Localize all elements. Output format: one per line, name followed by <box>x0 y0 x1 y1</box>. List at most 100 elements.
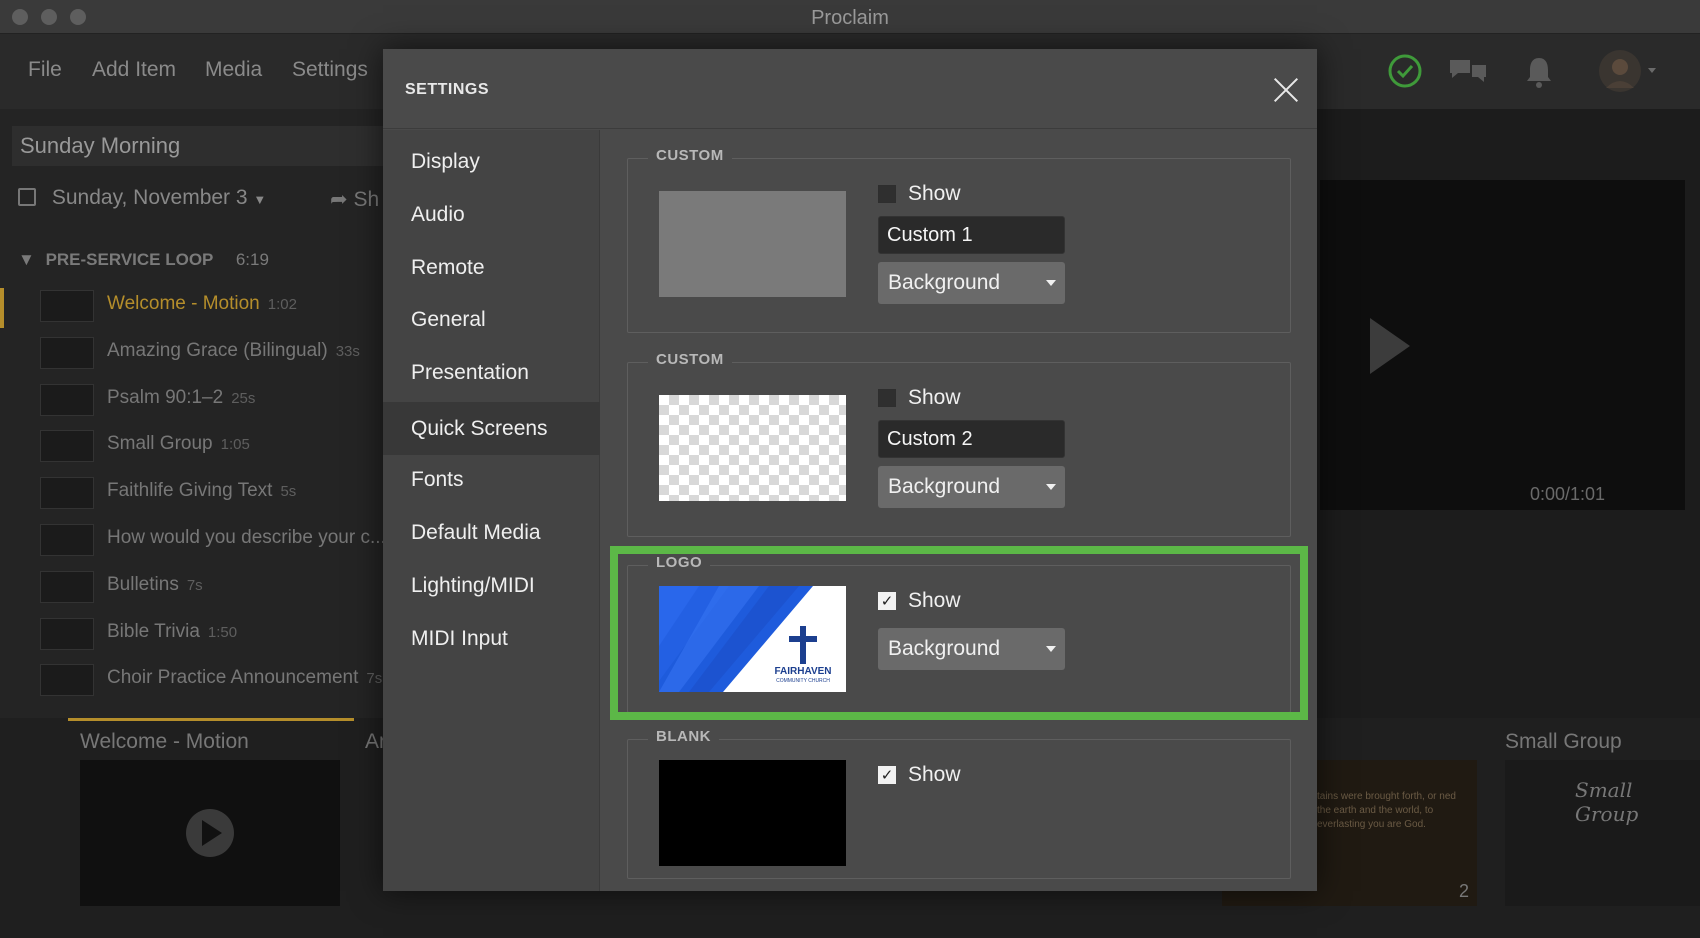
menu-media[interactable]: Media <box>205 58 262 82</box>
preservice-item[interactable]: Faithlife Giving Text 5s <box>40 475 390 511</box>
item-thumbnail <box>40 570 94 603</box>
preservice-item[interactable]: Bible Trivia 1:50 <box>40 616 390 652</box>
status-ok-icon[interactable] <box>1388 54 1422 93</box>
share-button[interactable]: ➦ Sh <box>330 187 379 212</box>
settings-dialog: SETTINGS Display Audio Remote General Pr… <box>383 49 1317 891</box>
item-thumbnail <box>40 524 94 556</box>
item-label: Welcome - Motion 1:02 <box>107 293 297 315</box>
item-title: Amazing Grace (Bilingual) <box>107 339 328 361</box>
nav-midi-input[interactable]: MIDI Input <box>383 615 600 663</box>
item-label: Choir Practice Announcement 7s <box>107 667 382 689</box>
item-thumbnail <box>40 477 94 510</box>
proclaim-app: Proclaim File Add Item Media Settings Su… <box>0 0 1700 938</box>
calendar-icon <box>18 188 36 206</box>
item-thumbnail <box>40 383 94 416</box>
quick-screen-logo: LOGO FAIRHAVEN COMMUNITY CHURCH ✓ Show B… <box>627 554 1291 713</box>
window-title: Proclaim <box>811 7 889 29</box>
logo-show-toggle[interactable]: ✓ Show <box>878 589 961 613</box>
nav-display[interactable]: Display <box>383 138 600 186</box>
item-label: Faithlife Giving Text 5s <box>107 480 296 502</box>
active-item-indicator <box>0 288 4 328</box>
caret-down-icon <box>1046 646 1056 652</box>
logo-show-checkbox[interactable]: ✓ <box>878 592 896 610</box>
item-label: How would you describe your c... <box>107 527 394 549</box>
nav-presentation[interactable]: Presentation <box>383 349 600 397</box>
nav-fonts[interactable]: Fonts <box>383 456 600 504</box>
user-avatar[interactable] <box>1598 48 1660 99</box>
preservice-item[interactable]: Small Group 1:05 <box>40 428 390 464</box>
select-value: Background <box>888 271 1001 294</box>
nav-quick-screens[interactable]: Quick Screens <box>383 402 600 455</box>
logo-preview[interactable]: FAIRHAVEN COMMUNITY CHURCH <box>659 586 846 692</box>
strip-title-small-group: Small Group <box>1505 730 1622 753</box>
select-value: Background <box>888 637 1001 660</box>
custom-1-show-toggle[interactable]: Show <box>878 182 961 206</box>
custom-1-show-checkbox[interactable] <box>878 185 896 203</box>
blank-preview[interactable] <box>659 760 846 866</box>
disclosure-triangle-icon: ▼ <box>18 250 35 269</box>
item-title: Small Group <box>107 433 213 455</box>
group-legend: LOGO <box>648 554 711 571</box>
item-duration: 1:02 <box>267 296 297 313</box>
nav-lighting-midi[interactable]: Lighting/MIDI <box>383 562 600 610</box>
item-label: Small Group 1:05 <box>107 433 250 455</box>
quick-screen-custom-1: CUSTOM Show Background <box>627 147 1291 333</box>
strip-thumb-small-group[interactable]: Small Group <box>1505 760 1700 906</box>
preservice-item[interactable]: Choir Practice Announcement 7s <box>40 662 390 698</box>
service-date-row[interactable]: Sunday, November 3 ▼ <box>18 186 266 210</box>
blank-show-checkbox[interactable]: ✓ <box>878 766 896 784</box>
preservice-title: PRE-SERVICE LOOP <box>45 250 214 269</box>
nav-general[interactable]: General <box>383 296 600 344</box>
custom-2-type-select[interactable]: Background <box>878 466 1065 508</box>
custom-1-name-input[interactable] <box>878 216 1065 254</box>
custom-1-preview[interactable] <box>659 191 846 297</box>
item-title: Faithlife Giving Text <box>107 480 273 502</box>
quick-screen-blank: BLANK ✓ Show <box>627 728 1291 879</box>
settings-title: SETTINGS <box>405 81 490 98</box>
church-logo-image: FAIRHAVEN COMMUNITY CHURCH <box>659 586 846 692</box>
strip-active-indicator <box>68 718 354 721</box>
custom-1-type-select[interactable]: Background <box>878 262 1065 304</box>
preservice-item[interactable]: Bulletins 7s <box>40 569 390 605</box>
settings-header: SETTINGS <box>383 49 1317 129</box>
custom-2-show-toggle[interactable]: Show <box>878 386 961 410</box>
item-title: Bulletins <box>107 573 179 595</box>
close-icon[interactable] <box>1268 72 1304 108</box>
notifications-bell-icon[interactable] <box>1524 55 1554 94</box>
service-date: Sunday, November 3 <box>51 186 248 209</box>
item-title: Bible Trivia <box>107 620 200 642</box>
custom-2-name-input[interactable] <box>878 420 1065 458</box>
logo-type-select[interactable]: Background <box>878 628 1065 670</box>
item-thumbnail <box>40 617 94 650</box>
preservice-item[interactable]: Welcome - Motion 1:02 <box>40 288 390 324</box>
nav-remote[interactable]: Remote <box>383 244 600 292</box>
item-duration: 7s <box>186 576 203 594</box>
group-legend: CUSTOM <box>648 147 732 164</box>
logo-wordmark: FAIRHAVEN <box>774 666 832 677</box>
menu-add-item[interactable]: Add Item <box>92 58 176 82</box>
preservice-item[interactable]: Psalm 90:1–2 25s <box>40 382 390 418</box>
preservice-item[interactable]: Amazing Grace (Bilingual) 33s <box>40 335 390 371</box>
play-icon[interactable] <box>1320 180 1685 510</box>
show-label: Show <box>908 589 961 612</box>
settings-nav: Display Audio Remote General Presentatio… <box>383 130 600 891</box>
item-duration: 1:05 <box>220 436 250 454</box>
preservice-loop-header[interactable]: ▼ PRE-SERVICE LOOP 6:19 <box>18 250 269 270</box>
menu-file[interactable]: File <box>28 58 62 82</box>
blank-show-toggle[interactable]: ✓ Show <box>878 763 961 787</box>
chat-icon[interactable] <box>1448 56 1488 91</box>
service-name[interactable]: Sunday Morning <box>12 126 390 166</box>
strip-thumb-welcome[interactable] <box>80 760 340 906</box>
nav-default-media[interactable]: Default Media <box>383 509 600 557</box>
nav-audio[interactable]: Audio <box>383 191 600 239</box>
custom-2-show-checkbox[interactable] <box>878 389 896 407</box>
preview-pane <box>1320 180 1685 510</box>
custom-2-preview[interactable] <box>659 395 846 501</box>
preservice-duration: 6:19 <box>235 250 269 269</box>
menu-settings[interactable]: Settings <box>292 58 368 82</box>
item-thumbnail <box>40 430 94 463</box>
caret-down-icon <box>1046 484 1056 490</box>
small-group-card-title: Small Group <box>1575 778 1639 826</box>
strip-slide-number: 2 <box>1458 881 1469 901</box>
preservice-item[interactable]: How would you describe your c... <box>40 522 390 558</box>
